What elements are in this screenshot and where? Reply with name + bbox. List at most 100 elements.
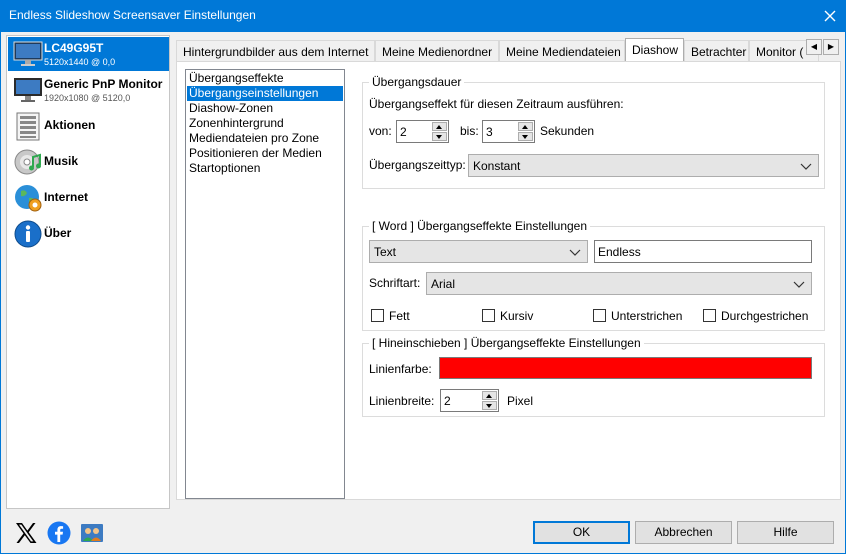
checkbox-label: Fett xyxy=(389,309,410,323)
line-width-label: Linienbreite: xyxy=(369,394,435,408)
word-mode-select[interactable]: Text xyxy=(369,240,588,263)
duration-group: Übergangsdauer Übergangseffekt für diese… xyxy=(362,75,825,189)
checkbox-box xyxy=(703,309,716,322)
font-select[interactable]: Arial xyxy=(426,272,812,295)
x-icon[interactable] xyxy=(14,521,38,545)
close-button[interactable] xyxy=(814,0,846,32)
list-item[interactable]: Übergangseffekte xyxy=(187,71,343,86)
to-value: 3 xyxy=(486,125,493,139)
group-title: Übergangsdauer xyxy=(369,75,465,89)
line-width-value: 2 xyxy=(444,394,451,408)
from-down-arrow[interactable] xyxy=(432,132,447,141)
settings-list[interactable]: Übergangseffekte Übergangseinstellungen … xyxy=(185,69,345,499)
sidebar-item-generic-pnp-monitor[interactable]: Generic PnP Monitor 1920x1080 @ 5120,0 xyxy=(8,73,169,107)
monitor-icon xyxy=(13,41,43,66)
word-text-value: Endless xyxy=(598,245,641,259)
tab-scroll-left-button[interactable]: ◀ xyxy=(806,39,822,55)
list-item[interactable]: Übergangseinstellungen xyxy=(187,86,343,101)
list-item[interactable]: Mediendateien pro Zone xyxy=(187,131,343,146)
sidebar-item-label: Internet xyxy=(44,190,89,204)
word-group: [ Word ] Übergangseffekte Einstellungen … xyxy=(362,219,825,331)
list-item[interactable]: Positionieren der Medien xyxy=(187,146,343,161)
line-color-label: Linienfarbe: xyxy=(369,362,432,376)
font-label: Schriftart: xyxy=(369,276,421,290)
chevron-down-icon xyxy=(569,249,581,256)
to-down-arrow[interactable] xyxy=(518,132,533,141)
chevron-down-icon xyxy=(793,281,805,288)
close-icon xyxy=(824,10,836,22)
tab-scroll-right-button[interactable]: ▶ xyxy=(823,39,839,55)
users-icon[interactable] xyxy=(80,521,104,545)
window-title: Endless Slideshow Screensaver Einstellun… xyxy=(9,8,256,22)
checkbox-box xyxy=(371,309,384,322)
bold-checkbox[interactable]: Fett xyxy=(371,308,431,324)
cancel-button[interactable]: Abbrechen xyxy=(635,521,732,544)
seconds-unit: Sekunden xyxy=(540,124,595,138)
line-width-stepper[interactable]: 2 xyxy=(440,389,499,412)
sidebar-item-aktionen[interactable]: Aktionen xyxy=(8,109,169,143)
sidebar-item-musik[interactable]: Musik xyxy=(8,145,169,179)
transition-time-type-select[interactable]: Konstant xyxy=(468,154,819,177)
slidein-group: [ Hineinschieben ] Übergangseffekte Eins… xyxy=(362,336,825,417)
to-up-arrow[interactable] xyxy=(518,122,533,131)
word-mode-value: Text xyxy=(374,245,397,259)
tab-hintergrundbilder[interactable]: Hintergrundbilder aus dem Internet xyxy=(176,40,375,61)
help-button[interactable]: Hilfe xyxy=(737,521,834,544)
globe-icon xyxy=(15,185,42,212)
checkbox-box xyxy=(593,309,606,322)
from-stepper[interactable]: 2 xyxy=(396,120,449,143)
transition-time-type-label: Übergangszeittyp: xyxy=(369,158,466,172)
from-up-arrow[interactable] xyxy=(432,122,447,131)
title-bar: Endless Slideshow Screensaver Einstellun… xyxy=(0,0,846,32)
sidebar-item-lc49g95t[interactable]: LC49G95T 5120x1440 @ 0,0 xyxy=(8,37,169,71)
strikethrough-checkbox[interactable]: Durchgestrichen xyxy=(703,308,813,324)
sidebar-item-label: Aktionen xyxy=(44,118,96,132)
tab-diashow[interactable]: Diashow xyxy=(625,38,684,61)
info-icon xyxy=(14,220,42,248)
to-label: bis: xyxy=(460,124,479,138)
sidebar-item-label: Über xyxy=(44,226,72,240)
sidebar-item-label: Musik xyxy=(44,154,79,168)
tab-meine-medienordner[interactable]: Meine Medienordner xyxy=(375,40,499,61)
line-color-picker[interactable] xyxy=(439,357,812,379)
monitor-icon xyxy=(14,78,42,102)
from-label: von: xyxy=(369,124,392,138)
checkbox-box xyxy=(482,309,495,322)
sidebar-item-label: Generic PnP Monitor xyxy=(44,77,163,91)
list-item[interactable]: Startoptionen xyxy=(187,161,343,176)
italic-checkbox[interactable]: Kursiv xyxy=(482,308,552,324)
word-text-input[interactable]: Endless xyxy=(594,240,812,263)
sidebar: LC49G95T 5120x1440 @ 0,0 Generic PnP Mon… xyxy=(6,35,170,509)
facebook-icon[interactable] xyxy=(47,521,71,545)
sidebar-item-label: LC49G95T xyxy=(44,41,104,55)
group-title: [ Word ] Übergangseffekte Einstellungen xyxy=(369,219,591,233)
sidebar-item-resolution: 1920x1080 @ 5120,0 xyxy=(44,93,131,103)
from-value: 2 xyxy=(400,125,407,139)
checkbox-label: Unterstrichen xyxy=(611,309,683,323)
music-cd-icon xyxy=(14,149,41,175)
to-stepper[interactable]: 3 xyxy=(482,120,535,143)
client-area: LC49G95T 5120x1440 @ 0,0 Generic PnP Mon… xyxy=(0,32,846,554)
checkbox-label: Durchgestrichen xyxy=(721,309,809,323)
list-icon xyxy=(16,112,40,141)
list-item[interactable]: Diashow-Zonen xyxy=(187,101,343,116)
chevron-down-icon xyxy=(800,163,812,170)
diashow-panel: Übergangseffekte Übergangseinstellungen … xyxy=(176,61,841,500)
underline-checkbox[interactable]: Unterstrichen xyxy=(593,308,693,324)
list-item[interactable]: Zonenhintergrund xyxy=(187,116,343,131)
line-width-down-arrow[interactable] xyxy=(482,401,497,410)
sidebar-item-ueber[interactable]: Über xyxy=(8,217,169,251)
duration-description: Übergangseffekt für diesen Zeitraum ausf… xyxy=(369,97,624,111)
ok-button[interactable]: OK xyxy=(533,521,630,544)
tab-betrachter[interactable]: Betrachter xyxy=(684,40,749,61)
tab-strip: Hintergrundbilder aus dem Internet Meine… xyxy=(176,38,819,61)
font-value: Arial xyxy=(431,277,456,291)
group-title: [ Hineinschieben ] Übergangseffekte Eins… xyxy=(369,336,644,350)
checkbox-label: Kursiv xyxy=(500,309,534,323)
transition-time-type-value: Konstant xyxy=(473,159,521,173)
tab-meine-mediendateien[interactable]: Meine Mediendateien xyxy=(499,40,625,61)
sidebar-item-resolution: 5120x1440 @ 0,0 xyxy=(44,57,116,67)
pixel-unit: Pixel xyxy=(507,394,534,408)
sidebar-item-internet[interactable]: Internet xyxy=(8,181,169,215)
line-width-up-arrow[interactable] xyxy=(482,391,497,400)
